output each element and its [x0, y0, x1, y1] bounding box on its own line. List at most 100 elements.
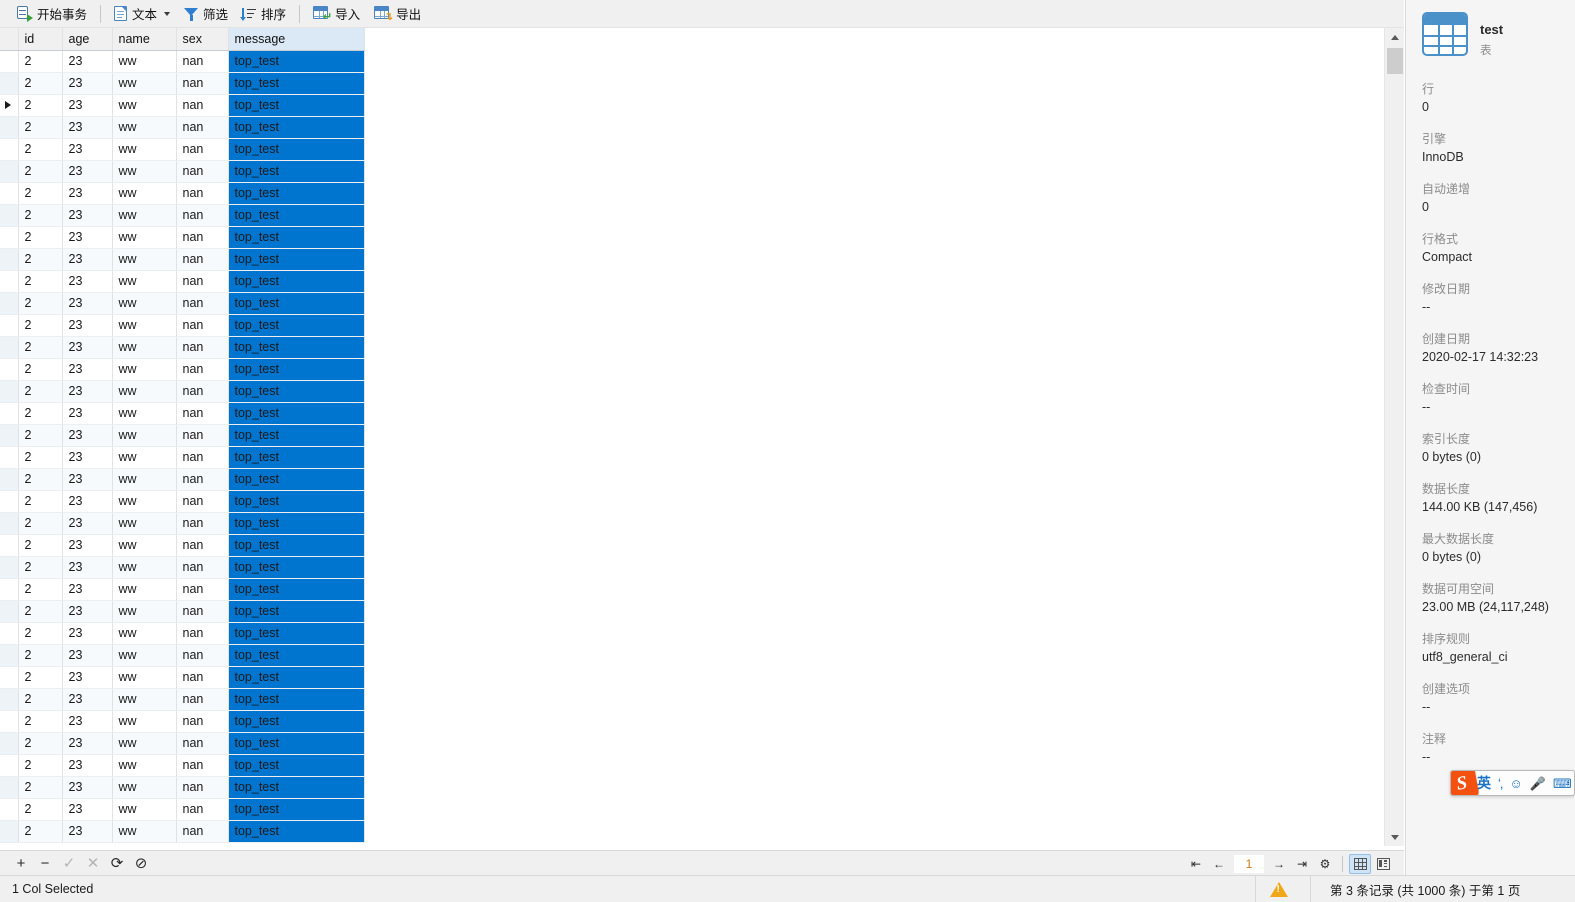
cell-sex[interactable]: nan	[176, 72, 229, 95]
cell-name[interactable]: ww	[112, 138, 177, 161]
cell-id[interactable]: 2	[18, 446, 63, 469]
cell-age[interactable]: 23	[62, 50, 113, 73]
cell-id[interactable]: 2	[18, 292, 63, 315]
text-button[interactable]: 文本	[107, 2, 177, 26]
table-row[interactable]: 2 23 ww nan top_test	[0, 402, 365, 425]
row-gutter[interactable]	[0, 688, 19, 711]
input-mode-english-button[interactable]: 英	[1477, 776, 1491, 790]
row-gutter[interactable]	[0, 270, 19, 293]
row-gutter[interactable]	[0, 226, 19, 249]
table-row[interactable]: 2 23 ww nan top_test	[0, 820, 365, 843]
cell-message[interactable]: top_test	[228, 600, 365, 623]
table-row[interactable]: 2 23 ww nan top_test	[0, 248, 365, 271]
add-record-button[interactable]: +	[10, 853, 32, 874]
cell-age[interactable]: 23	[62, 754, 113, 777]
cell-sex[interactable]: nan	[176, 688, 229, 711]
cell-sex[interactable]: nan	[176, 512, 229, 535]
row-gutter[interactable]	[0, 490, 19, 513]
begin-transaction-button[interactable]: 开始事务	[10, 2, 94, 26]
cell-sex[interactable]: nan	[176, 94, 229, 117]
table-row[interactable]: 2 23 ww nan top_test	[0, 72, 365, 95]
table-row[interactable]: 2 23 ww nan top_test	[0, 732, 365, 755]
row-gutter[interactable]	[0, 666, 19, 689]
cell-name[interactable]: ww	[112, 732, 177, 755]
cell-age[interactable]: 23	[62, 446, 113, 469]
row-gutter[interactable]	[0, 710, 19, 733]
cell-name[interactable]: ww	[112, 270, 177, 293]
cell-message[interactable]: top_test	[228, 204, 365, 227]
cell-age[interactable]: 23	[62, 512, 113, 535]
row-gutter[interactable]	[0, 424, 19, 447]
table-row[interactable]: 2 23 ww nan top_test	[0, 798, 365, 821]
cell-message[interactable]: top_test	[228, 50, 365, 73]
first-page-button[interactable]: ⇤	[1185, 853, 1207, 874]
cell-age[interactable]: 23	[62, 380, 113, 403]
punctuation-toggle-button[interactable]: ʻ,	[1498, 776, 1503, 791]
cell-sex[interactable]: nan	[176, 534, 229, 557]
table-row[interactable]: 2 23 ww nan top_test	[0, 226, 365, 249]
table-row[interactable]: 2 23 ww nan top_test	[0, 644, 365, 667]
cell-sex[interactable]: nan	[176, 138, 229, 161]
cell-sex[interactable]: nan	[176, 820, 229, 843]
cell-age[interactable]: 23	[62, 424, 113, 447]
cell-age[interactable]: 23	[62, 600, 113, 623]
table-row[interactable]: 2 23 ww nan top_test	[0, 182, 365, 205]
cell-age[interactable]: 23	[62, 336, 113, 359]
scroll-up-button[interactable]	[1385, 28, 1405, 46]
cell-id[interactable]: 2	[18, 798, 63, 821]
cell-id[interactable]: 2	[18, 468, 63, 491]
cell-id[interactable]: 2	[18, 358, 63, 381]
cell-name[interactable]: ww	[112, 358, 177, 381]
chevron-down-icon[interactable]	[164, 11, 171, 16]
cell-age[interactable]: 23	[62, 72, 113, 95]
cell-name[interactable]: ww	[112, 116, 177, 139]
table-row[interactable]: 2 23 ww nan top_test	[0, 512, 365, 535]
cell-id[interactable]: 2	[18, 204, 63, 227]
cell-message[interactable]: top_test	[228, 94, 365, 117]
cell-sex[interactable]: nan	[176, 490, 229, 513]
cell-sex[interactable]: nan	[176, 424, 229, 447]
cell-id[interactable]: 2	[18, 336, 63, 359]
row-gutter[interactable]	[0, 72, 19, 95]
table-row[interactable]: 2 23 ww nan top_test	[0, 556, 365, 579]
cell-id[interactable]: 2	[18, 600, 63, 623]
cell-name[interactable]: ww	[112, 94, 177, 117]
row-gutter[interactable]	[0, 380, 19, 403]
cell-age[interactable]: 23	[62, 402, 113, 425]
cell-message[interactable]: top_test	[228, 292, 365, 315]
filter-button[interactable]: 筛选	[177, 2, 235, 26]
cell-age[interactable]: 23	[62, 358, 113, 381]
cell-id[interactable]: 2	[18, 138, 63, 161]
cell-sex[interactable]: nan	[176, 776, 229, 799]
cell-message[interactable]: top_test	[228, 578, 365, 601]
row-gutter[interactable]	[0, 358, 19, 381]
row-gutter[interactable]	[0, 556, 19, 579]
cell-name[interactable]: ww	[112, 226, 177, 249]
table-row[interactable]: 2 23 ww nan top_test	[0, 776, 365, 799]
sogou-ime-toolbar[interactable]: S 英 ʻ, ☺ 🎤 ⌨	[1450, 770, 1575, 796]
cell-sex[interactable]: nan	[176, 50, 229, 73]
cell-id[interactable]: 2	[18, 160, 63, 183]
row-gutter[interactable]	[0, 644, 19, 667]
cell-message[interactable]: top_test	[228, 820, 365, 843]
table-row[interactable]: 2 23 ww nan top_test	[0, 600, 365, 623]
cell-id[interactable]: 2	[18, 534, 63, 557]
cell-sex[interactable]: nan	[176, 710, 229, 733]
table-row[interactable]: 2 23 ww nan top_test	[0, 138, 365, 161]
row-gutter[interactable]	[0, 160, 19, 183]
cell-sex[interactable]: nan	[176, 380, 229, 403]
cell-message[interactable]: top_test	[228, 182, 365, 205]
table-row[interactable]: 2 23 ww nan top_test	[0, 358, 365, 381]
table-row[interactable]: 2 23 ww nan top_test	[0, 116, 365, 139]
import-button[interactable]: ↵ 导入	[306, 2, 367, 26]
cell-age[interactable]: 23	[62, 204, 113, 227]
voice-input-button[interactable]: 🎤	[1530, 777, 1546, 790]
cell-name[interactable]: ww	[112, 72, 177, 95]
grid-view-button[interactable]	[1349, 853, 1371, 874]
cell-name[interactable]: ww	[112, 468, 177, 491]
cell-sex[interactable]: nan	[176, 226, 229, 249]
cell-id[interactable]: 2	[18, 226, 63, 249]
table-row[interactable]: 2 23 ww nan top_test	[0, 160, 365, 183]
cell-age[interactable]: 23	[62, 776, 113, 799]
warning-icon[interactable]	[1270, 882, 1288, 897]
